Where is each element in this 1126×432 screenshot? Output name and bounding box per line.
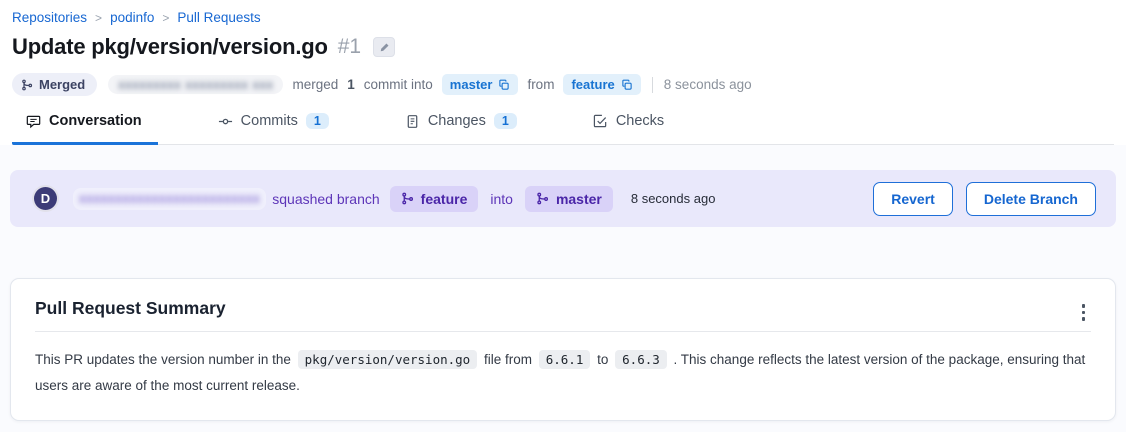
into-label: into (490, 191, 513, 207)
revert-button[interactable]: Revert (873, 182, 953, 216)
pr-summary-card: Pull Request Summary This PR updates the… (10, 278, 1116, 421)
inline-code: 6.6.1 (539, 350, 591, 369)
tab-label: Conversation (49, 113, 142, 129)
merged-text-post: commit into (364, 77, 433, 92)
actor-redacted: xxxxxxxxxxxxxxxxxxxxxxxxx (73, 188, 266, 210)
file-icon (405, 114, 420, 129)
tab-content: D xxxxxxxxxxxxxxxxxxxxxxxxx squashed bra… (0, 145, 1126, 432)
edit-title-button[interactable] (373, 37, 395, 57)
pencil-icon (379, 42, 390, 53)
banner-actions: Revert Delete Branch (873, 182, 1096, 216)
head-branch-chip-banner[interactable]: feature (390, 186, 479, 212)
tab-label: Commits (241, 113, 298, 129)
from-label: from (527, 77, 554, 92)
card-divider (35, 331, 1091, 332)
meta-divider (652, 77, 653, 93)
avatar[interactable]: D (32, 185, 59, 212)
merged-time-ago: 8 seconds ago (664, 77, 752, 92)
tab-label: Changes (428, 113, 486, 129)
base-branch-name: master (556, 191, 602, 207)
commits-count-badge: 1 (306, 113, 329, 129)
delete-branch-button[interactable]: Delete Branch (966, 182, 1096, 216)
breadcrumb-podinfo[interactable]: podinfo (110, 10, 154, 25)
page-header: Repositories > podinfo > Pull Requests U… (0, 0, 1126, 145)
inline-code: pkg/version/version.go (298, 350, 478, 369)
head-branch-chip[interactable]: feature (563, 74, 640, 95)
copy-icon[interactable] (498, 79, 510, 91)
status-label: Merged (39, 77, 85, 92)
author-redacted: xxxxxxxxx xxxxxxxxx xxx (108, 75, 283, 94)
comment-icon (26, 114, 41, 129)
tab-checks[interactable]: Checks (579, 113, 680, 145)
pr-number: #1 (338, 35, 361, 59)
page-title: Update pkg/version/version.go (12, 34, 328, 60)
head-branch-name: feature (421, 191, 468, 207)
breadcrumb-separator: > (95, 11, 102, 25)
card-header: Pull Request Summary (35, 298, 1091, 331)
banner-time-ago: 8 seconds ago (631, 191, 716, 206)
base-branch-chip-banner[interactable]: master (525, 186, 613, 212)
commit-icon (218, 114, 233, 129)
breadcrumb: Repositories > podinfo > Pull Requests (12, 10, 1114, 25)
body-text: This PR updates the version number in th… (35, 352, 295, 367)
head-branch-name: feature (571, 77, 614, 92)
git-merge-icon (21, 79, 33, 91)
card-title: Pull Request Summary (35, 298, 226, 331)
inline-code: 6.6.3 (615, 350, 667, 369)
tab-label: Checks (616, 113, 664, 129)
body-text: file from (480, 352, 536, 367)
merged-event-banner: D xxxxxxxxxxxxxxxxxxxxxxxxx squashed bra… (10, 170, 1116, 227)
changes-count-badge: 1 (494, 113, 517, 129)
git-merge-icon (536, 192, 549, 205)
breadcrumb-repositories[interactable]: Repositories (12, 10, 87, 25)
pr-meta-row: Merged xxxxxxxxx xxxxxxxxx xxx merged 1 … (12, 73, 1114, 96)
tab-changes[interactable]: Changes 1 (391, 113, 533, 145)
tab-bar: Conversation Commits 1 Changes 1 (12, 113, 1114, 145)
tab-commits[interactable]: Commits 1 (204, 113, 345, 145)
card-body: This PR updates the version number in th… (35, 347, 1091, 400)
copy-icon[interactable] (621, 79, 633, 91)
kebab-menu-button[interactable] (1076, 300, 1092, 325)
tab-conversation[interactable]: Conversation (12, 113, 158, 145)
merged-text-pre: merged (292, 77, 338, 92)
status-badge: Merged (12, 73, 97, 96)
pull-request-page: Repositories > podinfo > Pull Requests U… (0, 0, 1126, 432)
title-row: Update pkg/version/version.go #1 (12, 34, 1114, 60)
body-text: to (593, 352, 612, 367)
git-merge-icon (401, 192, 414, 205)
breadcrumb-separator: > (162, 11, 169, 25)
breadcrumb-pull-requests[interactable]: Pull Requests (177, 10, 260, 25)
checklist-icon (593, 114, 608, 129)
base-branch-name: master (450, 77, 493, 92)
base-branch-chip[interactable]: master (442, 74, 519, 95)
commit-count: 1 (347, 77, 355, 92)
banner-action-text: squashed branch (272, 191, 379, 207)
